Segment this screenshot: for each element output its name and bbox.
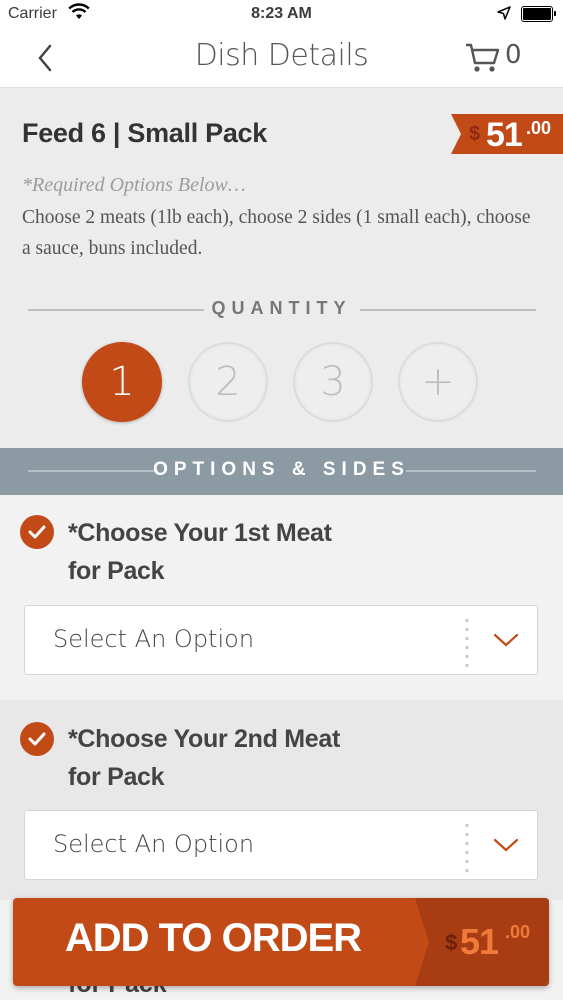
cart-button[interactable]: 0 bbox=[465, 40, 535, 76]
quantity-option-3[interactable]: 3 bbox=[293, 342, 373, 422]
dish-info: Feed 6 | Small Pack $ 51 .00 *Required O… bbox=[0, 88, 563, 448]
dish-name: Feed 6 | Small Pack bbox=[22, 118, 267, 148]
order-price-currency: $ bbox=[445, 930, 458, 955]
divider bbox=[360, 309, 536, 311]
option-select-2nd-meat[interactable]: Select An Option bbox=[24, 810, 538, 880]
select-value: Select An Option bbox=[53, 625, 255, 653]
option-title-line: *Choose Your 2nd Meat bbox=[68, 725, 340, 753]
chevron-down-icon bbox=[493, 633, 519, 647]
option-title-line: for Pack bbox=[68, 557, 165, 585]
price-cents: .00 bbox=[526, 118, 552, 138]
price-whole: 51 bbox=[486, 116, 523, 154]
required-note: *Required Options Below… bbox=[22, 174, 246, 196]
order-price: $ 51 .00 bbox=[415, 898, 549, 986]
check-icon bbox=[20, 515, 54, 549]
chevron-down-icon bbox=[493, 838, 519, 852]
option-title: *Choose Your 2nd Meat for Pack bbox=[68, 720, 340, 796]
option-title-line: for Pack bbox=[68, 763, 165, 791]
status-time: 8:23 AM bbox=[251, 5, 312, 22]
option-title-line: *Choose Your 1st Meat bbox=[68, 519, 332, 547]
options-sides-header: OPTIONS & SIDES bbox=[0, 448, 563, 495]
add-to-order-label: ADD TO ORDER bbox=[64, 916, 362, 960]
cart-count: 0 bbox=[505, 40, 522, 70]
check-icon bbox=[20, 722, 54, 756]
option-group-2: *Choose Your 2nd Meat for Pack Select An… bbox=[0, 700, 563, 900]
divider bbox=[406, 470, 536, 472]
quantity-option-2[interactable]: 2 bbox=[188, 342, 268, 422]
nav-bar: Dish Details 0 bbox=[0, 30, 563, 88]
select-value: Select An Option bbox=[53, 830, 255, 858]
quantity-option-more[interactable]: + bbox=[398, 342, 478, 422]
option-title: *Choose Your 1st Meat for Pack bbox=[68, 514, 332, 590]
order-price-whole: 51 bbox=[460, 921, 499, 962]
location-arrow-icon bbox=[497, 6, 511, 25]
add-to-order-button[interactable]: ADD TO ORDER $ 51 .00 bbox=[13, 898, 549, 986]
quantity-option-1[interactable]: 1 bbox=[82, 342, 162, 422]
cart-icon bbox=[466, 43, 500, 72]
dish-description: Choose 2 meats (1lb each), choose 2 side… bbox=[22, 207, 531, 259]
quantity-header: QUANTITY bbox=[0, 298, 563, 322]
order-price-cents: .00 bbox=[505, 922, 531, 942]
divider-dots bbox=[465, 616, 469, 668]
option-select-1st-meat[interactable]: Select An Option bbox=[24, 605, 538, 675]
divider-dots bbox=[465, 821, 469, 873]
battery-icon bbox=[521, 6, 556, 22]
price-currency: $ bbox=[469, 123, 481, 145]
option-group-1: *Choose Your 1st Meat for Pack Select An… bbox=[0, 495, 563, 700]
status-bar: Carrier 8:23 AM bbox=[0, 0, 563, 30]
price-tag: $ 51 .00 bbox=[451, 110, 563, 158]
